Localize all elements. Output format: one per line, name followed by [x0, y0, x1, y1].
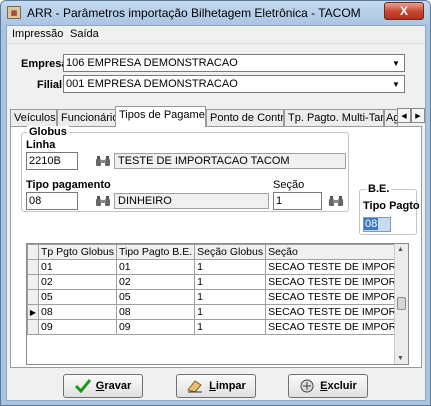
table-cell[interactable]: 1	[194, 289, 267, 305]
window-title: ARR - Parâmetros importação Bilhetagem E…	[27, 6, 361, 20]
be-tipo-pagto-field[interactable]: 08	[363, 217, 391, 232]
row-indicator[interactable]	[27, 289, 39, 305]
be-tipo-pagto-label: Tipo Pagto	[363, 200, 420, 212]
table-cell[interactable]: 1	[194, 304, 267, 320]
chevron-down-icon[interactable]: ▼	[389, 56, 403, 70]
table-row[interactable]: 09 09 1 SECAO TESTE DE IMPOR	[27, 319, 400, 335]
table-cell[interactable]: 02	[38, 274, 117, 290]
filial-label: Filial	[37, 79, 63, 91]
table-cell[interactable]: 01	[38, 259, 117, 275]
empresa-select[interactable]: 106 EMPRESA DEMONSTRACAO ▼	[63, 54, 405, 72]
table-row[interactable]: ▶ 08 08 1 SECAO TESTE DE IMPOR	[27, 304, 400, 320]
table-cell[interactable]: SECAO TESTE DE IMPOR	[265, 319, 400, 335]
excluir-label: Excluir	[320, 380, 357, 392]
row-indicator-header	[27, 244, 39, 260]
table-cell[interactable]: SECAO TESTE DE IMPOR	[265, 289, 400, 305]
title-bar[interactable]: ▦ ARR - Parâmetros importação Bilhetagem…	[1, 1, 430, 25]
table-cell[interactable]: 08	[115, 304, 196, 320]
tab-veiculos[interactable]: Veículos	[10, 109, 57, 126]
tab-scroll-right-icon[interactable]: ▶	[411, 108, 425, 123]
app-icon: ▦	[7, 6, 21, 19]
be-group: B.E. Tipo Pagto 08	[359, 183, 420, 235]
tab-agencia[interactable]: Agê	[384, 109, 398, 126]
col-tp-pgto-globus[interactable]: Tp Pgto Globus	[38, 244, 117, 260]
row-indicator[interactable]	[27, 319, 39, 335]
menu-bar: Impressão Saída	[7, 26, 425, 44]
linha-description: TESTE DE IMPORTACAO TACOM	[114, 153, 346, 169]
table-cell[interactable]: 08	[38, 304, 117, 320]
trash-icon	[300, 379, 314, 393]
tab-page-tipos-de-pagamento: Globus Linha 2210B TESTE DE IMPORTACAO T…	[10, 126, 422, 368]
col-secao-globus[interactable]: Seção Globus	[194, 244, 267, 260]
menu-impressao[interactable]: Impressão	[12, 28, 63, 40]
tipo-pagamento-label: Tipo pagamento	[26, 179, 111, 191]
secao-input[interactable]: 1	[273, 192, 322, 210]
application-window: ▦ ARR - Parâmetros importação Bilhetagem…	[0, 0, 431, 406]
tab-scroll-left-icon[interactable]: ◀	[397, 108, 411, 123]
table-cell[interactable]: 05	[115, 289, 196, 305]
table-cell[interactable]: 01	[115, 259, 196, 275]
action-bar: Gravar Limpar Excluir	[10, 374, 422, 398]
col-secao[interactable]: Seção	[265, 244, 400, 260]
table-cell[interactable]: 09	[38, 319, 117, 335]
grid-table: Tp Pgto Globus Tipo Pagto B.E. Seção Glo…	[27, 244, 400, 335]
eraser-icon	[187, 380, 203, 393]
globus-group-title: Globus	[27, 126, 69, 138]
tab-tp-pagto-multi-tarifa[interactable]: Tp. Pagto. Multi-Tarifa	[284, 109, 384, 126]
tab-strip: Veículos Funcionários Tipos de Pagamento…	[10, 106, 425, 127]
tipo-pagamento-description: DINHEIRO	[114, 193, 269, 209]
secao-label: Seção	[273, 179, 305, 191]
chevron-down-icon[interactable]: ▼	[389, 77, 403, 91]
filial-value: 001 EMPRESA DEMONSTRACAO	[66, 78, 238, 90]
binoculars-search-icon[interactable]	[327, 194, 345, 208]
client-area: Impressão Saída Empresa 106 EMPRESA DEMO…	[6, 25, 426, 401]
table-cell[interactable]: 1	[194, 274, 267, 290]
tab-tipos-de-pagamento[interactable]: Tipos de Pagamento	[115, 106, 206, 127]
table-cell[interactable]: SECAO TESTE DE IMPOR	[265, 259, 400, 275]
table-cell[interactable]: 09	[115, 319, 196, 335]
binoculars-search-icon[interactable]	[94, 154, 112, 168]
table-row[interactable]: 02 02 1 SECAO TESTE DE IMPOR	[27, 274, 400, 290]
table-cell[interactable]: 02	[115, 274, 196, 290]
table-cell[interactable]: 1	[194, 259, 267, 275]
current-row-indicator-icon[interactable]: ▶	[27, 304, 39, 320]
tab-ponto-de-controle[interactable]: Ponto de Controle	[206, 109, 284, 126]
gravar-button[interactable]: Gravar	[63, 374, 143, 398]
table-cell[interactable]: 1	[194, 319, 267, 335]
col-tipo-pagto-be[interactable]: Tipo Pagto B.E.	[115, 244, 196, 260]
tab-funcionarios[interactable]: Funcionários	[57, 109, 116, 126]
filial-select[interactable]: 001 EMPRESA DEMONSTRACAO ▼	[63, 75, 405, 93]
linha-code-input[interactable]: 2210B	[26, 152, 78, 170]
gravar-label: Gravar	[95, 380, 132, 392]
grid-vertical-scrollbar[interactable]: ▲ ▼	[394, 244, 408, 364]
table-cell[interactable]: 05	[38, 289, 117, 305]
grid-header-row: Tp Pgto Globus Tipo Pagto B.E. Seção Glo…	[27, 244, 400, 260]
limpar-label: Limpar	[209, 380, 246, 392]
check-icon	[74, 379, 91, 393]
binoculars-search-icon[interactable]	[94, 194, 112, 208]
table-row[interactable]: 05 05 1 SECAO TESTE DE IMPOR	[27, 289, 400, 305]
menu-saida[interactable]: Saída	[70, 28, 99, 40]
tipo-pagamento-input[interactable]: 08	[26, 192, 78, 210]
empresa-value: 106 EMPRESA DEMONSTRACAO	[66, 57, 238, 69]
table-row[interactable]: 01 01 1 SECAO TESTE DE IMPOR	[27, 259, 400, 275]
be-group-title: B.E.	[366, 183, 392, 195]
limpar-button[interactable]: Limpar	[176, 374, 256, 398]
scroll-down-icon[interactable]: ▼	[397, 355, 404, 362]
table-cell[interactable]: SECAO TESTE DE IMPOR	[265, 304, 400, 320]
row-indicator[interactable]	[27, 259, 39, 275]
row-indicator[interactable]	[27, 274, 39, 290]
scroll-thumb[interactable]	[397, 297, 406, 310]
scroll-up-icon[interactable]: ▲	[397, 246, 404, 253]
tipos-pagamento-grid[interactable]: Tp Pgto Globus Tipo Pagto B.E. Seção Glo…	[26, 243, 409, 365]
be-tipo-pagto-value: 08	[364, 218, 379, 230]
table-cell[interactable]: SECAO TESTE DE IMPOR	[265, 274, 400, 290]
close-button[interactable]: X	[384, 2, 424, 20]
linha-label: Linha	[26, 139, 56, 151]
excluir-button[interactable]: Excluir	[288, 374, 368, 398]
empresa-label: Empresa	[21, 58, 68, 70]
